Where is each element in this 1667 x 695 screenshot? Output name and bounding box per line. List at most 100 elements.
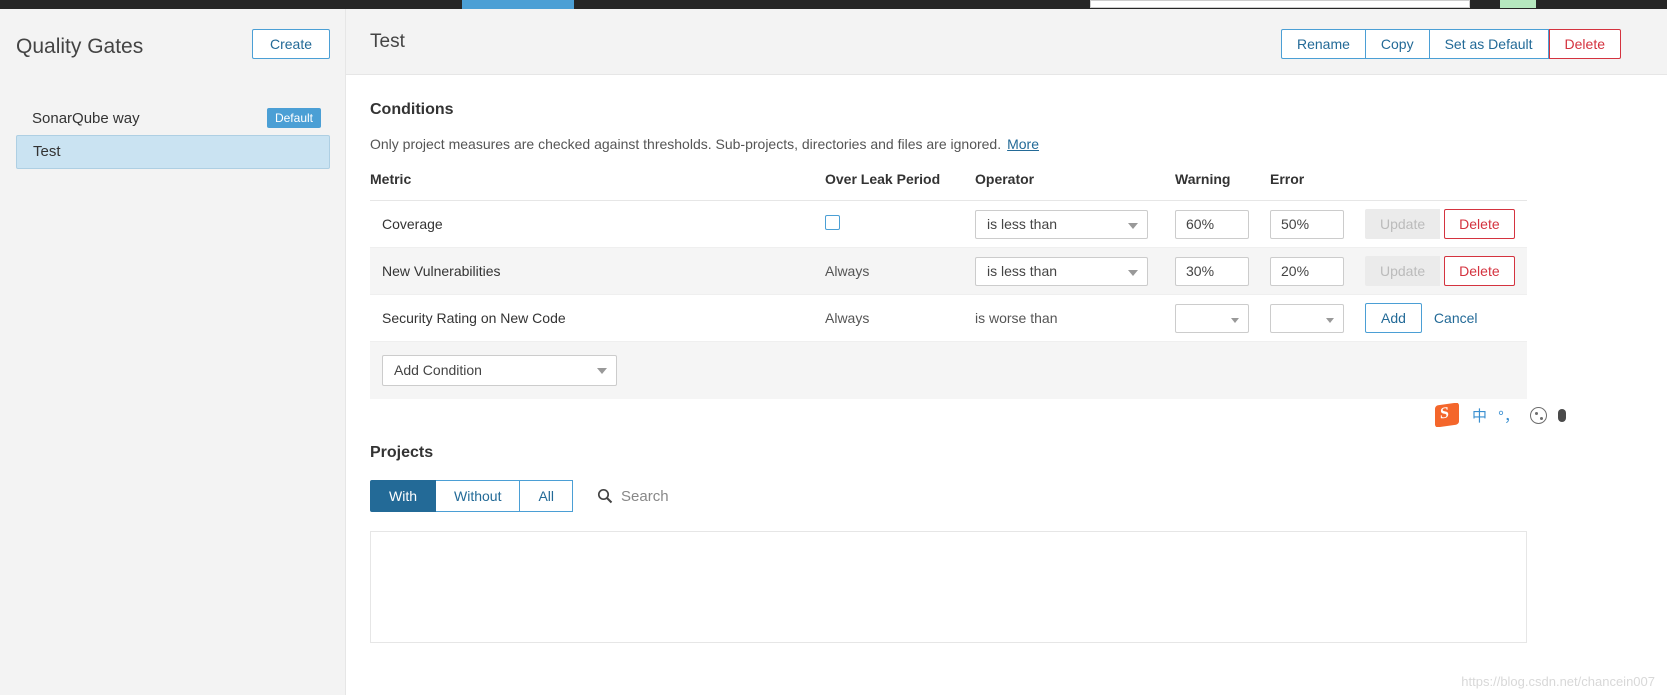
add-condition-select[interactable]: Add Condition: [382, 355, 617, 386]
column-header-actions: [1365, 171, 1527, 201]
gate-title: Test: [370, 31, 405, 52]
sidebar-item-test[interactable]: Test: [16, 135, 330, 169]
cell-actions: Update Delete: [1365, 247, 1527, 295]
cell-metric: Security Rating on New Code: [370, 294, 825, 342]
update-condition-button[interactable]: Update: [1365, 209, 1441, 239]
more-link[interactable]: More: [1007, 136, 1039, 152]
copy-button[interactable]: Copy: [1365, 29, 1430, 59]
smiley-icon: [1530, 406, 1548, 424]
quality-gate-list: SonarQube way Default Test: [16, 102, 330, 169]
conditions-table: Metric Over Leak Period Operator Warning…: [370, 171, 1527, 342]
cell-error: 20%: [1270, 247, 1365, 295]
delete-condition-button[interactable]: Delete: [1444, 209, 1515, 239]
ime-emoji-icon[interactable]: [1530, 406, 1548, 424]
operator-select[interactable]: is less than: [975, 256, 1148, 286]
update-condition-button[interactable]: Update: [1365, 256, 1441, 286]
row-action-group: Update Delete: [1365, 209, 1527, 239]
column-header-metric: Metric: [370, 171, 825, 201]
operator-select-value: is less than: [987, 215, 1058, 232]
chevron-down-icon: [1128, 222, 1138, 229]
sidebar-item-sonarqube-way[interactable]: SonarQube way Default: [16, 102, 330, 135]
column-header-operator: Operator: [975, 171, 1175, 201]
active-tab-indicator[interactable]: [462, 0, 574, 9]
error-select[interactable]: [1270, 303, 1344, 333]
leak-period-label: Always: [825, 310, 870, 326]
ime-toolbar: S 中 °，: [1434, 402, 1667, 428]
cell-actions: Add Cancel: [1365, 294, 1527, 342]
column-header-warning: Warning: [1175, 171, 1270, 201]
gate-name-label: SonarQube way: [32, 110, 140, 127]
filter-without-button[interactable]: Without: [436, 480, 521, 512]
set-as-default-button[interactable]: Set as Default: [1429, 29, 1549, 59]
chevron-down-icon: [1231, 317, 1239, 323]
cancel-condition-button[interactable]: Cancel: [1422, 303, 1490, 333]
sidebar-header: Quality Gates Create: [16, 29, 330, 69]
cell-operator: is less than: [975, 247, 1175, 295]
projects-list-panel: [370, 531, 1527, 643]
table-row: Coverage is less than 60% 50% Update Del…: [370, 200, 1527, 248]
rename-button[interactable]: Rename: [1280, 29, 1366, 59]
add-condition-confirm-button[interactable]: Add: [1365, 303, 1422, 333]
chevron-down-icon: [597, 368, 607, 374]
operator-static-label: is worse than: [975, 310, 1058, 326]
projects-heading: Projects: [370, 444, 434, 461]
ime-mode-button[interactable]: 中: [1472, 405, 1487, 426]
cell-leak: Always: [825, 294, 975, 342]
cell-metric: Coverage: [370, 200, 825, 248]
conditions-description-text: Only project measures are checked agains…: [370, 136, 1002, 152]
cell-operator: is worse than: [975, 294, 1175, 342]
conditions-table-head: Metric Over Leak Period Operator Warning…: [370, 171, 1527, 201]
microphone-icon: [1558, 408, 1567, 422]
gate-name-label: Test: [33, 143, 61, 160]
create-quality-gate-button[interactable]: Create: [251, 29, 330, 59]
chevron-down-icon: [1128, 269, 1138, 276]
add-condition-select-value: Add Condition: [394, 362, 482, 378]
page-root: Quality Gates Create SonarQube way Defau…: [0, 0, 1667, 695]
sogou-logo-icon[interactable]: S: [1434, 403, 1461, 427]
projects-filter-group: With Without All Search: [370, 480, 1643, 512]
address-bar[interactable]: [1090, 0, 1470, 8]
cell-leak: [825, 200, 975, 248]
table-header-row: Metric Over Leak Period Operator Warning…: [370, 171, 1527, 201]
cell-error: [1270, 294, 1365, 342]
projects-section: Projects With Without All Search: [370, 444, 1643, 643]
projects-search[interactable]: Search: [597, 480, 669, 512]
delete-condition-button[interactable]: Delete: [1444, 256, 1515, 286]
main-content: Conditions Only project measures are che…: [346, 75, 1667, 643]
error-input[interactable]: 20%: [1270, 256, 1344, 286]
watermark: https://blog.csdn.net/chancein007: [1461, 674, 1655, 689]
cell-error: 50%: [1270, 200, 1365, 248]
cell-warning: 30%: [1175, 247, 1270, 295]
row-action-group: Update Delete: [1365, 256, 1527, 286]
conditions-description: Only project measures are checked agains…: [370, 136, 1643, 152]
cell-leak: Always: [825, 247, 975, 295]
projects-search-placeholder: Search: [621, 487, 669, 505]
warning-select[interactable]: [1175, 303, 1249, 333]
browser-top-bar: [0, 0, 1667, 9]
operator-select-value: is less than: [987, 262, 1058, 279]
chevron-down-icon: [1326, 317, 1334, 323]
gate-actions: Rename Copy Set as Default Delete: [1280, 29, 1621, 59]
cell-warning: [1175, 294, 1270, 342]
warning-input[interactable]: 30%: [1175, 256, 1249, 286]
table-row: Security Rating on New Code Always is wo…: [370, 294, 1527, 342]
cell-metric: New Vulnerabilities: [370, 247, 825, 295]
error-input[interactable]: 50%: [1270, 209, 1344, 239]
table-row: New Vulnerabilities Always is less than …: [370, 247, 1527, 295]
add-condition-bar: Add Condition: [370, 342, 1527, 399]
over-leak-period-checkbox[interactable]: [825, 215, 840, 230]
column-header-leak: Over Leak Period: [825, 171, 975, 201]
filter-all-button[interactable]: All: [520, 480, 574, 512]
toolbar-green-button[interactable]: [1500, 0, 1536, 8]
delete-gate-button[interactable]: Delete: [1548, 29, 1621, 59]
sidebar: Quality Gates Create SonarQube way Defau…: [0, 9, 346, 695]
sogou-logo-letter: S: [1440, 404, 1449, 423]
warning-input[interactable]: 60%: [1175, 209, 1249, 239]
operator-select[interactable]: is less than: [975, 209, 1148, 239]
ime-voice-input-icon[interactable]: [1558, 408, 1567, 422]
cell-warning: 60%: [1175, 200, 1270, 248]
row-action-group: Add Cancel: [1365, 303, 1527, 333]
filter-with-button[interactable]: With: [370, 480, 436, 512]
default-badge: Default: [266, 108, 321, 128]
ime-punctuation-button[interactable]: °，: [1498, 405, 1519, 426]
